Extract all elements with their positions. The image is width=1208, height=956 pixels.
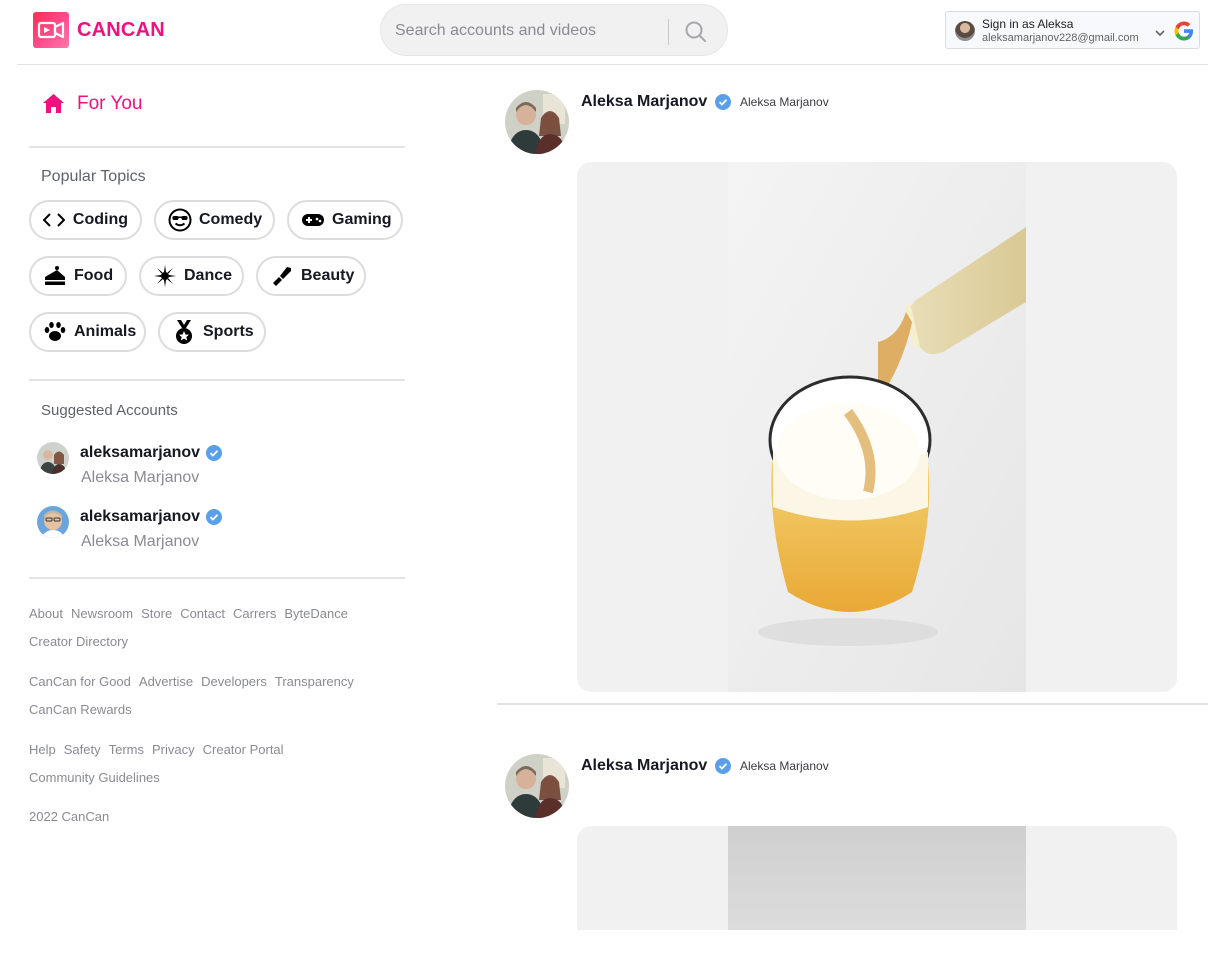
footer-link-about[interactable]: About	[29, 606, 63, 621]
avatar	[37, 506, 69, 538]
paw-icon	[43, 320, 67, 344]
account-username: aleksamarjanov	[80, 508, 223, 526]
cake-icon	[43, 264, 67, 288]
for-you-label: For You	[77, 93, 143, 114]
suggested-accounts-title: Suggested Accounts	[41, 402, 178, 419]
for-you-link[interactable]: For You	[41, 92, 143, 116]
video-player[interactable]	[577, 826, 1177, 930]
footer-link-creator-portal[interactable]: Creator Portal	[203, 742, 284, 757]
post-author-name[interactable]: Aleksa Marjanov	[581, 757, 732, 775]
home-icon	[43, 94, 64, 113]
verified-badge-icon	[206, 445, 223, 461]
topic-chip-food[interactable]: Food	[29, 256, 127, 296]
footer-link-transparency[interactable]: Transparency	[275, 674, 354, 689]
copyright: 2022 CanCan	[29, 809, 110, 824]
topic-chip-sports[interactable]: Sports	[158, 312, 266, 352]
post-avatar[interactable]	[505, 90, 569, 154]
account-username: aleksamarjanov	[80, 444, 223, 462]
footer-link-store[interactable]: Store	[141, 606, 172, 621]
footer-row: Community Guidelines	[29, 764, 405, 792]
footer-link-developers[interactable]: Developers	[201, 674, 267, 689]
sunglasses-face-icon	[168, 208, 192, 232]
post-author-nickname: Aleksa Marjanov	[740, 759, 829, 773]
footer-link-advertise[interactable]: Advertise	[139, 674, 193, 689]
sidebar-divider	[29, 146, 405, 148]
footer-link-bytedance[interactable]: ByteDance	[284, 606, 348, 621]
post-avatar[interactable]	[505, 754, 569, 818]
avatar	[37, 442, 69, 474]
footer-link-community-guidelines[interactable]: Community Guidelines	[29, 770, 160, 785]
verified-badge-icon	[715, 758, 732, 774]
topic-chip-beauty[interactable]: Beauty	[256, 256, 366, 296]
footer-link-cancan-rewards[interactable]: CanCan Rewards	[29, 702, 132, 717]
search-input[interactable]	[393, 13, 657, 49]
video-frame	[728, 162, 1026, 692]
account-display-name: Aleksa Marjanov	[81, 469, 200, 486]
disco-ball-icon	[153, 264, 177, 288]
lipstick-icon	[270, 264, 294, 288]
logo-text: CANCAN	[77, 18, 165, 41]
google-signin-button[interactable]: Sign in as Aleksa aleksamarjanov228@gmai…	[945, 11, 1200, 49]
header-divider	[17, 64, 1208, 65]
chevron-down-icon	[1155, 30, 1165, 37]
footer-link-careers[interactable]: Carrers	[233, 606, 276, 621]
footer-link-terms[interactable]: Terms	[109, 742, 144, 757]
signin-email: aleksamarjanov228@gmail.com	[982, 32, 1139, 44]
post-author-name[interactable]: Aleksa Marjanov	[581, 93, 732, 111]
search-button[interactable]	[681, 17, 711, 47]
footer-link-creator-directory[interactable]: Creator Directory	[29, 634, 128, 649]
suggested-account[interactable]: aleksamarjanov Aleksa Marjanov	[37, 442, 397, 492]
post-divider	[497, 703, 1208, 705]
popular-topics-title: Popular Topics	[41, 168, 146, 185]
google-icon	[1174, 21, 1193, 41]
medal-icon	[172, 320, 196, 344]
account-display-name: Aleksa Marjanov	[81, 533, 200, 550]
footer-link-help[interactable]: Help	[29, 742, 56, 757]
search-bar	[380, 4, 728, 56]
topic-chip-comedy[interactable]: Comedy	[154, 200, 275, 240]
footer-link-contact[interactable]: Contact	[180, 606, 225, 621]
verified-badge-icon	[715, 94, 732, 110]
footer-row: Help Safety Terms Privacy Creator Portal	[29, 736, 405, 764]
code-icon	[43, 208, 66, 232]
footer-link-privacy[interactable]: Privacy	[152, 742, 195, 757]
top-header: CANCAN Sign in as Aleksa aleksamarjanov2…	[0, 0, 1208, 64]
footer-link-newsroom[interactable]: Newsroom	[71, 606, 133, 621]
video-frame	[728, 826, 1026, 930]
sidebar-divider	[29, 577, 405, 579]
video-player[interactable]	[577, 162, 1177, 692]
gamepad-icon	[301, 208, 325, 232]
signin-avatar	[955, 21, 975, 41]
topic-chip-dance[interactable]: Dance	[139, 256, 244, 296]
suggested-account[interactable]: aleksamarjanov Aleksa Marjanov	[37, 506, 397, 556]
topic-chip-gaming[interactable]: Gaming	[287, 200, 403, 240]
footer-row: CanCan for Good Advertise Developers Transp…	[29, 668, 405, 696]
search-divider	[668, 19, 669, 45]
footer-row: Creator Directory	[29, 628, 405, 656]
footer-link-safety[interactable]: Safety	[64, 742, 101, 757]
sidebar-divider	[29, 379, 405, 381]
footer-row: About Newsroom Store Contact Carrers ByteDanc…	[29, 600, 405, 628]
topic-chip-animals[interactable]: Animals	[29, 312, 146, 352]
footer-row: CanCan Rewards	[29, 696, 405, 724]
search-icon	[685, 21, 706, 42]
logo[interactable]: CANCAN	[33, 12, 165, 48]
footer-link-cancan-for-good[interactable]: CanCan for Good	[29, 674, 131, 689]
beer-pour-image	[728, 162, 1026, 692]
topic-chip-coding[interactable]: Coding	[29, 200, 142, 240]
signin-title: Sign in as Aleksa	[982, 17, 1074, 31]
post-author-nickname: Aleksa Marjanov	[740, 95, 829, 109]
verified-badge-icon	[206, 509, 223, 525]
footer-links: About Newsroom Store Contact Carrers ByteDanc…	[29, 600, 405, 792]
logo-icon	[33, 12, 69, 48]
